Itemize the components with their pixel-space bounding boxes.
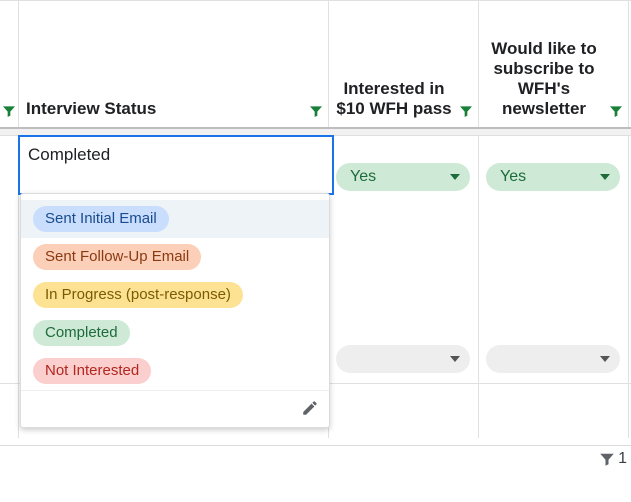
chip-label: Yes	[350, 168, 376, 186]
cell-newsletter[interactable]: Yes	[478, 135, 629, 383]
dropdown-chip[interactable]: Yes	[336, 163, 470, 191]
cell-newsletter[interactable]	[478, 384, 629, 438]
spreadsheet-viewport: Interview Status Interested in $10 WFH p…	[0, 0, 631, 502]
header-cell-leading	[0, 1, 19, 127]
dropdown-options-panel: Sent Initial Email Sent Follow-Up Email In…	[20, 193, 330, 428]
option-chip: In Progress (post-response)	[33, 282, 243, 308]
header-cell-newsletter[interactable]: Would like to subscribe to WFH's newslet…	[478, 1, 629, 127]
dropdown-list: Sent Initial Email Sent Follow-Up Email In…	[21, 194, 329, 390]
chevron-down-icon	[450, 356, 460, 362]
row-leading-cell	[0, 384, 19, 438]
chevron-down-icon	[600, 174, 610, 180]
dropdown-footer	[21, 390, 329, 427]
filter-icon[interactable]	[1, 103, 17, 119]
filter-icon[interactable]	[458, 103, 474, 119]
option-chip: Sent Follow-Up Email	[33, 244, 201, 270]
dropdown-option[interactable]: Not Interested	[21, 352, 329, 390]
column-label: Would like to subscribe to WFH's newslet…	[482, 39, 606, 119]
dropdown-option[interactable]: Completed	[21, 314, 329, 352]
chevron-down-icon	[450, 174, 460, 180]
dropdown-option[interactable]: Sent Initial Email	[21, 200, 329, 238]
option-chip: Completed	[33, 320, 130, 346]
row-leading-cell	[0, 135, 19, 383]
column-label: Interested in $10 WFH pass	[332, 79, 456, 119]
chip-label: Yes	[500, 168, 526, 186]
sheet-footer: 1	[0, 445, 631, 502]
filter-icon[interactable]	[608, 103, 624, 119]
filtered-rows-count: 1	[618, 450, 627, 468]
header-cell-wfh-pass[interactable]: Interested in $10 WFH pass	[328, 1, 479, 127]
dropdown-option[interactable]: In Progress (post-response)	[21, 276, 329, 314]
column-label: Interview Status	[26, 99, 306, 119]
filter-icon[interactable]	[308, 103, 324, 119]
dropdown-chip[interactable]: Yes	[486, 163, 620, 191]
chevron-down-icon	[600, 356, 610, 362]
option-chip: Sent Initial Email	[33, 206, 169, 232]
column-header-row: Interview Status Interested in $10 WFH p…	[0, 1, 631, 129]
cell-input[interactable]	[20, 137, 348, 169]
active-cell-editor[interactable]	[18, 135, 334, 195]
dropdown-option[interactable]: Sent Follow-Up Email	[21, 238, 329, 276]
dropdown-chip[interactable]	[336, 345, 470, 373]
filter-icon[interactable]	[598, 450, 616, 468]
pencil-icon[interactable]	[301, 399, 319, 417]
cell-wfh-pass[interactable]: Yes	[328, 135, 479, 383]
option-chip: Not Interested	[33, 358, 151, 384]
header-cell-interview-status[interactable]: Interview Status	[18, 1, 329, 127]
dropdown-chip[interactable]	[486, 345, 620, 373]
cell-wfh-pass[interactable]	[328, 384, 479, 438]
